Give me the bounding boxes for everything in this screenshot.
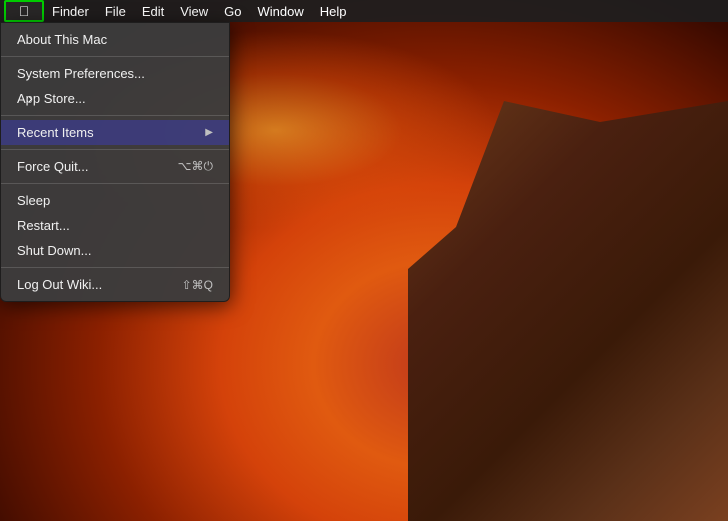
menu-item-logout[interactable]: Log Out Wiki... ⇧⌘Q xyxy=(1,272,229,297)
menu-item-system-prefs[interactable]: System Preferences... xyxy=(1,61,229,86)
recent-items-arrow-icon: ▶ xyxy=(205,127,213,138)
menubar-help[interactable]: Help xyxy=(312,0,355,22)
menu-item-app-store[interactable]: App Store... xyxy=(1,86,229,111)
apple-menu-button[interactable]:  xyxy=(4,0,44,22)
menu-divider-5 xyxy=(1,267,229,268)
menubar-edit[interactable]: Edit xyxy=(134,0,172,22)
menu-item-about[interactable]: About This Mac xyxy=(1,27,229,52)
force-quit-shortcut: ⌥⌘⏻ xyxy=(178,159,213,174)
menubar-view[interactable]: View xyxy=(172,0,216,22)
menubar-items: Finder File Edit View Go Window Help xyxy=(44,0,355,22)
menubar:  Finder File Edit View Go Window Help xyxy=(0,0,728,22)
menu-item-shutdown[interactable]: Shut Down... xyxy=(1,238,229,263)
menu-divider-2 xyxy=(1,115,229,116)
menubar-finder[interactable]: Finder xyxy=(44,0,97,22)
menu-divider-1 xyxy=(1,56,229,57)
menubar-window[interactable]: Window xyxy=(250,0,312,22)
menubar-go[interactable]: Go xyxy=(216,0,249,22)
menubar-file[interactable]: File xyxy=(97,0,134,22)
logout-shortcut: ⇧⌘Q xyxy=(182,278,213,292)
apple-icon:  xyxy=(19,4,30,18)
menu-item-recent-items[interactable]: Recent Items ▶ xyxy=(1,120,229,145)
cursor-hint: › xyxy=(28,90,33,106)
menu-divider-4 xyxy=(1,183,229,184)
menu-item-sleep[interactable]: Sleep xyxy=(1,188,229,213)
apple-menu-dropdown: About This Mac System Preferences... App… xyxy=(0,22,230,302)
menu-item-force-quit[interactable]: Force Quit... ⌥⌘⏻ xyxy=(1,154,229,179)
menu-item-restart[interactable]: Restart... xyxy=(1,213,229,238)
menu-divider-3 xyxy=(1,149,229,150)
